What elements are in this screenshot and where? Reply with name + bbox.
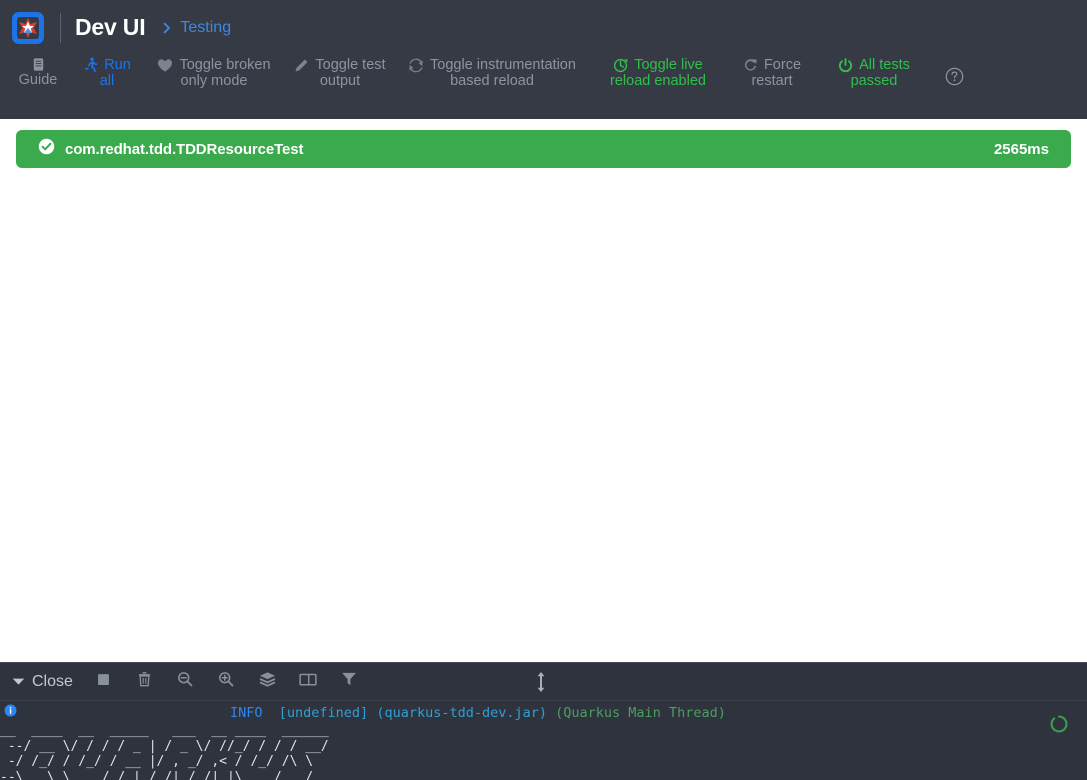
toolbar-item-test-output[interactable]: Toggle test output — [286, 57, 394, 89]
layers-icon — [259, 671, 276, 692]
toolbar-label-run-all-2: all — [99, 73, 115, 89]
book-icon — [31, 57, 46, 72]
log-jar: (quarkus-tdd-dev.jar) — [376, 705, 548, 721]
console-zoom-out-button[interactable] — [165, 667, 206, 697]
toolbar-label-run-all-1: Run — [104, 57, 131, 73]
refresh-icon — [408, 58, 424, 73]
toolbar-label-testout-2: output — [319, 73, 361, 89]
header-top-row: Dev UI Testing — [0, 0, 1087, 55]
filter-icon — [341, 671, 357, 692]
toolbar-label-force-2: restart — [751, 73, 793, 89]
stop-square-icon — [96, 672, 111, 692]
quarkus-star-glyph — [19, 17, 37, 38]
breadcrumb-label: Testing — [180, 18, 232, 36]
log-space-3 — [547, 704, 555, 722]
test-result-row[interactable]: com.redhat.tdd.TDDResourceTest 2565ms — [16, 130, 1071, 168]
info-circle-icon — [0, 704, 18, 717]
check-circle-icon — [38, 138, 55, 160]
toolbar-label-broken-2: only mode — [180, 73, 248, 89]
console-close-button[interactable]: Close — [8, 673, 83, 691]
test-class-name: com.redhat.tdd.TDDResourceTest — [65, 140, 304, 158]
log-space-2 — [368, 704, 376, 722]
test-result-left: com.redhat.tdd.TDDResourceTest — [38, 138, 304, 160]
console-log-output[interactable]: INFO [undefined] (quarkus-tdd-dev.jar) (… — [0, 701, 1087, 780]
test-duration: 2565ms — [993, 140, 1049, 158]
toolbar-label-alltests-1: All tests — [859, 57, 910, 73]
heart-icon — [157, 58, 173, 73]
toolbar-label-alltests-2: passed — [850, 73, 898, 89]
live-reload-icon — [613, 58, 628, 73]
console-stop-button[interactable] — [83, 667, 124, 697]
vertical-resize-icon[interactable] — [532, 670, 550, 694]
caret-down-icon — [12, 673, 25, 691]
quarkus-ascii-banner: __ ____ __ _____ ___ __ ____ ______ --/ … — [0, 723, 329, 780]
app-header: Dev UI Testing Guide Run all Toggle brok… — [0, 0, 1087, 119]
console-zoom-in-button[interactable] — [206, 667, 247, 697]
testing-toolbar: Guide Run all Toggle broken only mode To… — [0, 55, 1087, 119]
pencil-icon — [294, 58, 309, 73]
header-divider — [60, 12, 61, 43]
zoom-in-icon — [218, 671, 234, 692]
help-circle-icon — [945, 67, 964, 86]
restart-icon — [743, 58, 758, 73]
toolbar-label-livereload-1: Toggle live — [634, 57, 703, 73]
chevron-right-icon — [161, 22, 173, 34]
toolbar-label-broken-1: Toggle broken — [179, 57, 271, 73]
toolbar-item-guide[interactable]: Guide — [4, 57, 72, 88]
log-level: INFO — [230, 705, 263, 721]
trash-icon — [137, 671, 152, 692]
console-panel: Close INFO [undefined] (quarkus-tdd-dev.… — [0, 662, 1087, 780]
log-source: [undefined] — [278, 705, 369, 721]
toolbar-item-all-tests-passed[interactable]: All tests passed — [818, 57, 930, 89]
toolbar-item-run-all[interactable]: Run all — [72, 57, 142, 89]
console-split-view-button[interactable] — [288, 667, 329, 697]
loading-spinner-icon — [1050, 715, 1068, 733]
toolbar-label-livereload-2: reload enabled — [610, 73, 706, 89]
help-button[interactable] — [936, 57, 972, 86]
console-follow-log-button[interactable] — [247, 667, 288, 697]
console-filter-button[interactable] — [329, 667, 370, 697]
console-toolbar: Close — [0, 663, 1087, 701]
toolbar-item-instrumentation-reload[interactable]: Toggle instrumentation based reload — [394, 57, 590, 89]
dev-ui-app: Dev UI Testing Guide Run all Toggle brok… — [0, 0, 1087, 780]
toolbar-label-instr-1: Toggle instrumentation — [430, 57, 576, 73]
zoom-out-icon — [177, 671, 193, 692]
toolbar-label-testout-1: Toggle test — [315, 57, 386, 73]
console-clear-button[interactable] — [124, 667, 165, 697]
split-panel-icon — [299, 672, 318, 692]
power-icon — [838, 57, 853, 73]
quarkus-logo-inner — [17, 16, 39, 39]
toolbar-item-broken-only-mode[interactable]: Toggle broken only mode — [142, 57, 286, 89]
toolbar-label-instr-2: based reload — [450, 73, 534, 89]
test-results-panel: com.redhat.tdd.TDDResourceTest 2565ms — [0, 119, 1087, 662]
toolbar-label-force-1: Force — [763, 57, 802, 73]
console-close-label: Close — [32, 672, 73, 690]
breadcrumb[interactable]: Testing — [161, 19, 231, 37]
toolbar-item-live-reload[interactable]: Toggle live reload enabled — [590, 57, 726, 89]
log-space-1 — [263, 704, 279, 722]
toolbar-label-guide-1: Guide — [18, 72, 58, 88]
running-person-icon — [83, 57, 98, 73]
log-thread: (Quarkus Main Thread) — [555, 705, 726, 721]
quarkus-logo-icon[interactable] — [12, 11, 44, 44]
log-line: INFO [undefined] (quarkus-tdd-dev.jar) (… — [0, 704, 1087, 722]
page-title: Dev UI — [75, 14, 146, 40]
toolbar-item-force-restart[interactable]: Force restart — [726, 57, 818, 89]
